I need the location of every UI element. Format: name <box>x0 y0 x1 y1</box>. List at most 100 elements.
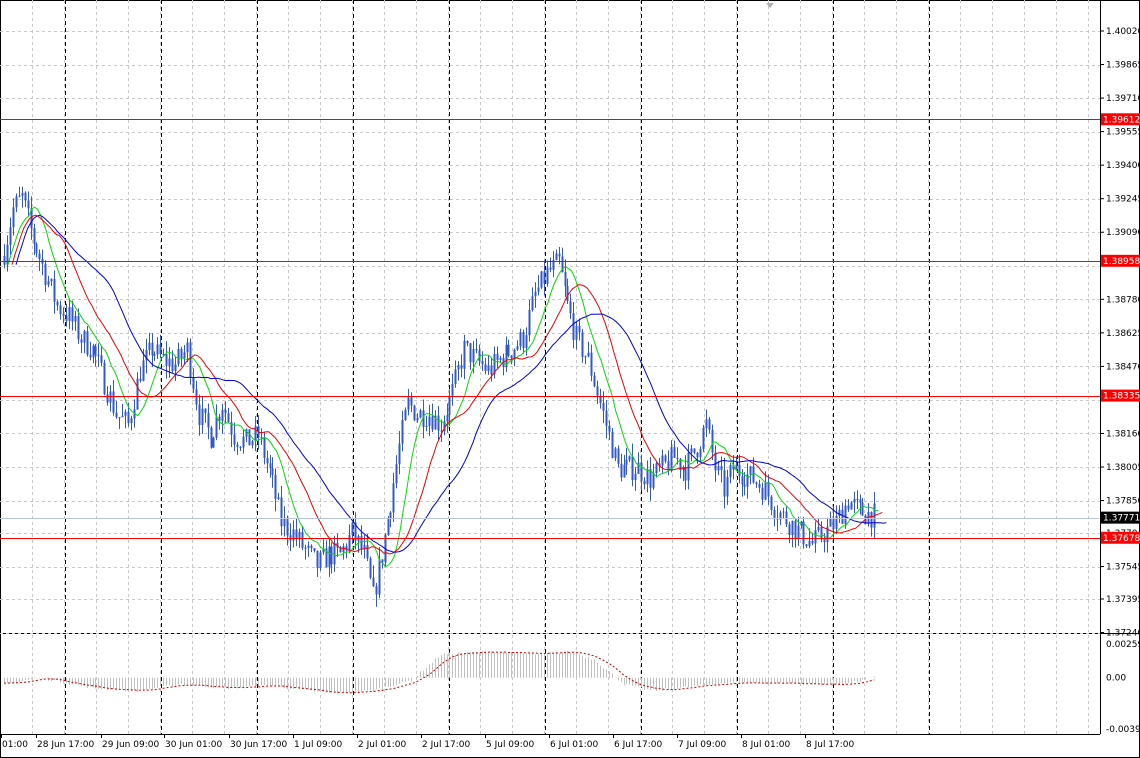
candle-body <box>832 518 835 529</box>
candle-body <box>558 253 561 257</box>
candle-body <box>496 353 499 361</box>
candle-body <box>499 358 502 361</box>
price-label: 1.38625 <box>1106 329 1140 339</box>
candle-body <box>165 354 168 366</box>
candle-body <box>623 464 626 478</box>
candle-body <box>142 360 145 381</box>
candle-body <box>820 527 823 539</box>
oscillator-label: 0.00 <box>1106 674 1126 684</box>
time-label: 2 Jul 17:00 <box>422 740 471 750</box>
candle-body <box>136 378 139 410</box>
candle-body <box>702 428 705 450</box>
candle-body <box>242 436 245 448</box>
candle-body <box>103 362 106 395</box>
candle-body <box>33 228 36 245</box>
candle-body <box>661 455 664 466</box>
candle-body <box>47 281 50 285</box>
candle-body <box>457 365 460 370</box>
candle-body <box>395 464 398 484</box>
candle-body <box>611 431 614 459</box>
candle-body <box>286 518 289 536</box>
candle-body <box>646 469 649 485</box>
candle-body <box>717 466 720 471</box>
candle-body <box>304 547 307 549</box>
candle-body <box>684 467 687 481</box>
candle-body <box>847 505 850 510</box>
oscillator-label: -0.00394 <box>1106 725 1140 735</box>
candle-body <box>475 349 478 351</box>
price-label: 1.38005 <box>1106 463 1140 473</box>
candle-body <box>823 538 826 543</box>
candle-body <box>313 548 316 551</box>
candle-body <box>655 463 658 474</box>
candle-body <box>121 415 124 417</box>
candle-body <box>378 559 381 595</box>
candle-body <box>62 314 65 316</box>
candle-body <box>221 409 224 421</box>
candle-body <box>316 550 319 569</box>
candle-body <box>761 487 764 500</box>
candle-body <box>118 416 121 418</box>
candle-body <box>115 412 118 418</box>
candle-body <box>805 544 808 547</box>
candle-body <box>277 497 280 499</box>
candle-body <box>617 448 620 464</box>
candle-body <box>38 253 41 259</box>
candle-body <box>463 340 466 369</box>
candle-body <box>620 463 623 478</box>
candle-body <box>454 369 457 385</box>
candle-body <box>100 355 103 363</box>
candle-body <box>720 466 723 471</box>
candle-body <box>127 411 130 424</box>
candle-body <box>301 531 304 548</box>
candle-body <box>472 349 475 363</box>
candle-body <box>392 483 395 513</box>
candle-body <box>726 476 729 497</box>
candle-body <box>44 263 47 285</box>
price-label: 1.38160 <box>1106 429 1140 439</box>
time-label: 01:00 <box>2 740 28 750</box>
candle-body <box>404 409 407 421</box>
candle-body <box>555 253 558 260</box>
candle-body <box>18 195 21 197</box>
candle-body <box>602 403 605 411</box>
price-label: 1.39555 <box>1106 128 1140 138</box>
candle-body <box>546 267 549 284</box>
candle-body <box>3 256 6 265</box>
candle-body <box>690 448 693 453</box>
candle-body <box>838 509 841 517</box>
level-price-tag-label: 1.37678 <box>1103 534 1140 544</box>
candle-body <box>366 545 369 559</box>
candle-body <box>254 426 257 442</box>
candle-body <box>437 415 440 431</box>
candle-body <box>280 497 283 527</box>
price-label: 1.40020 <box>1106 27 1140 37</box>
candle-body <box>295 529 298 539</box>
mt-chart-window[interactable]: 1.40020 1.39865 1.39710 1.39555 1.39400 1.392… <box>0 0 1140 758</box>
candle-body <box>507 344 510 356</box>
candle-body <box>307 545 310 549</box>
price-label: 1.37240 <box>1106 629 1140 639</box>
time-label: 30 Jun 17:00 <box>230 740 287 750</box>
candle-body <box>71 307 74 322</box>
candle-body <box>811 540 814 544</box>
candle-body <box>829 518 832 527</box>
candle-body <box>109 391 112 403</box>
time-label: 6 Jul 17:00 <box>614 740 663 750</box>
candle-body <box>360 535 363 550</box>
candle-body <box>460 365 463 369</box>
price-chart[interactable]: 1.40020 1.39865 1.39710 1.39555 1.39400 1.392… <box>0 0 1140 758</box>
candle-body <box>487 365 490 372</box>
price-label: 1.39400 <box>1106 161 1140 171</box>
level-price-tag-label: 1.39612 <box>1103 115 1140 125</box>
candle-body <box>625 459 628 465</box>
candle-body <box>27 200 30 209</box>
candle-body <box>375 586 378 595</box>
candle-body <box>817 527 820 531</box>
candle-body <box>248 429 251 446</box>
price-label: 1.38780 <box>1106 295 1140 305</box>
candle-body <box>21 192 24 196</box>
candle-body <box>192 377 195 390</box>
candle-body <box>853 498 856 503</box>
candle-body <box>156 344 159 355</box>
